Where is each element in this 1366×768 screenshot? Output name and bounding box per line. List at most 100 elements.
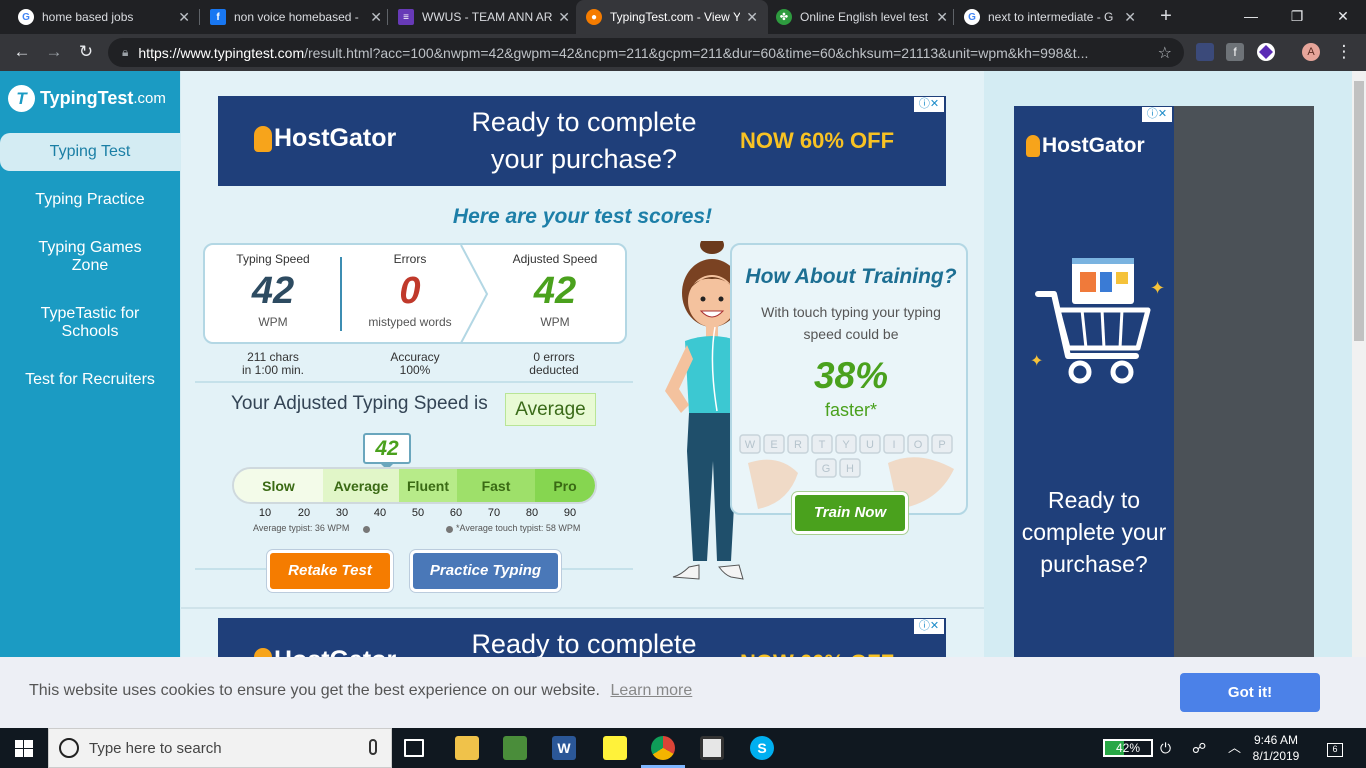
- close-tab-icon[interactable]: ✕: [936, 9, 948, 26]
- battery-indicator[interactable]: 42%: [1103, 739, 1153, 757]
- meter-tick: 90: [563, 507, 577, 519]
- windows-start-button[interactable]: [0, 728, 48, 768]
- bottom-ad-banner[interactable]: HostGator Ready to complete your purchas…: [218, 618, 946, 657]
- meter-tick: 70: [487, 507, 501, 519]
- ad-cta: NOW 60% OFF: [740, 128, 895, 153]
- minimize-icon[interactable]: —: [1228, 0, 1274, 32]
- reload-icon[interactable]: ↻: [74, 40, 98, 64]
- logo-mark-icon: T: [8, 85, 35, 112]
- got-it-button[interactable]: Got it!: [1180, 673, 1320, 712]
- word-icon[interactable]: W: [552, 736, 576, 760]
- sticky-chart-app-icon[interactable]: [503, 736, 527, 760]
- page-scrollbar[interactable]: [1352, 71, 1366, 657]
- tab-next-to-intermediate[interactable]: G next to intermediate - G ✕: [954, 0, 1146, 34]
- sticky-notes-icon[interactable]: [603, 736, 627, 760]
- side-ad-banner[interactable]: HostGator ⓘ✕ ✦ ✦ Ready to complete your …: [1014, 106, 1174, 657]
- svg-text:T: T: [819, 439, 826, 451]
- typing-speed-score: Typing Speed 42 WPM: [205, 245, 341, 343]
- google-icon: G: [18, 9, 34, 25]
- typing-speed-unit: WPM: [258, 315, 288, 329]
- new-tab-button[interactable]: +: [1154, 4, 1178, 28]
- cookie-banner: This website uses cookies to ensure you …: [0, 657, 1366, 728]
- menu-dots-icon[interactable]: ⋮: [1332, 40, 1356, 64]
- system-clock[interactable]: 9:46 AM 8/1/2019: [1248, 732, 1304, 764]
- svg-text:E: E: [770, 439, 777, 451]
- forward-icon[interactable]: →: [42, 40, 66, 64]
- typing-speed-label: Typing Speed: [236, 252, 310, 266]
- speed-level-badge: Average: [505, 393, 596, 426]
- file-explorer-icon[interactable]: [455, 736, 479, 760]
- close-tab-icon[interactable]: ✕: [558, 9, 570, 26]
- tab-online-english-test[interactable]: ✤ Online English level test ✕: [766, 0, 958, 34]
- average-typist-marker: [363, 526, 370, 533]
- microphone-icon[interactable]: [369, 739, 377, 755]
- close-tab-icon[interactable]: ✕: [746, 9, 758, 26]
- extension-icon[interactable]: [1196, 43, 1214, 61]
- back-icon[interactable]: ←: [10, 40, 34, 64]
- svg-text:U: U: [866, 439, 874, 451]
- meter-tick: 60: [449, 507, 463, 519]
- ad-cta: NOW 60% OFF: [740, 650, 894, 657]
- close-tab-icon[interactable]: ✕: [1124, 9, 1136, 26]
- close-tab-icon[interactable]: ✕: [178, 9, 190, 26]
- profile-avatar[interactable]: A: [1302, 43, 1320, 61]
- divider: [195, 568, 267, 570]
- sidebar-item-test-for-recruiters[interactable]: Test for Recruiters: [0, 371, 180, 389]
- close-tab-icon[interactable]: ✕: [370, 9, 382, 26]
- retake-test-button[interactable]: Retake Test: [267, 550, 393, 592]
- plug-icon[interactable]: ⏻: [1160, 728, 1171, 768]
- browser-tab-strip: G home based jobs ✕ f non voice homebase…: [0, 0, 1366, 34]
- extension-purple-icon[interactable]: [1257, 43, 1275, 61]
- deducted-detail: 0 errors deducted: [529, 350, 579, 377]
- show-hidden-icons-chevron[interactable]: ︿: [1228, 728, 1241, 768]
- notifications-icon[interactable]: 6: [1324, 728, 1346, 768]
- address-bar[interactable]: 🔒︎ https://www.typingtest.com/result.htm…: [108, 38, 1184, 67]
- adjusted-speed-value: 42: [533, 270, 577, 312]
- svg-text:I: I: [892, 439, 895, 451]
- top-ad-banner[interactable]: HostGator Ready to complete your purchas…: [218, 96, 946, 186]
- typingtest-icon: ●: [586, 9, 602, 25]
- tab-typingtest[interactable]: ● TypingTest.com - View Y ✕: [576, 0, 768, 34]
- meter-slow: Slow: [234, 469, 323, 502]
- people-icon[interactable]: ☍: [1192, 728, 1206, 768]
- adchoices-icon[interactable]: ⓘ✕: [914, 619, 944, 634]
- scrollbar-thumb[interactable]: [1354, 81, 1364, 341]
- bookmark-star-icon[interactable]: ☆: [1158, 43, 1172, 63]
- adjusted-speed-unit: WPM: [540, 315, 570, 329]
- sidebar-item-typing-games[interactable]: Typing Games Zone: [0, 239, 180, 275]
- meter-tick: 80: [525, 507, 539, 519]
- touch-typist-note: *Average touch typist: 58 WPM: [456, 523, 581, 533]
- facebook-extension-icon[interactable]: f: [1226, 43, 1244, 61]
- tab-wwus-team[interactable]: ≡ WWUS - TEAM ANN AR ✕: [388, 0, 580, 34]
- task-view-icon[interactable]: [404, 739, 424, 757]
- sidebar-item-typetastic[interactable]: TypeTastic for Schools: [0, 305, 180, 341]
- ad-brand: HostGator: [1026, 134, 1145, 158]
- learn-more-link[interactable]: Learn more: [610, 682, 692, 699]
- calculator-icon[interactable]: [700, 736, 724, 760]
- adchoices-icon[interactable]: ⓘ✕: [1142, 107, 1172, 122]
- windows-taskbar: Type here to search W S 42% ⏻ ☍ ︿ 9:46 A…: [0, 728, 1366, 768]
- clover-icon: ✤: [776, 9, 792, 25]
- adchoices-icon[interactable]: ⓘ✕: [914, 97, 944, 112]
- tab-title: Online English level test: [800, 10, 929, 24]
- sidebar-item-typing-test[interactable]: Typing Test: [0, 133, 180, 171]
- site-logo[interactable]: T TypingTest .com: [8, 85, 166, 112]
- tab-non-voice-homebased[interactable]: f non voice homebased - ✕: [200, 0, 392, 34]
- svg-text:P: P: [938, 439, 945, 451]
- training-text: With touch typing your typing speed coul…: [761, 304, 941, 342]
- restore-icon[interactable]: ❐: [1274, 0, 1320, 32]
- tab-title: WWUS - TEAM ANN AR: [422, 10, 553, 24]
- meter-average: Average: [323, 469, 399, 502]
- tab-home-based-jobs[interactable]: G home based jobs ✕: [8, 0, 200, 34]
- errors-score: Errors 0 mistyped words: [342, 245, 478, 343]
- practice-typing-button[interactable]: Practice Typing: [410, 550, 561, 592]
- close-window-icon[interactable]: ✕: [1320, 0, 1366, 32]
- errors-label: Errors: [393, 252, 427, 266]
- taskbar-search-box[interactable]: Type here to search: [48, 728, 392, 768]
- chrome-icon[interactable]: [651, 736, 675, 760]
- sidebar-item-typing-practice[interactable]: Typing Practice: [0, 191, 180, 209]
- ad-brand: HostGator: [254, 124, 396, 153]
- train-now-button[interactable]: Train Now: [792, 492, 908, 534]
- accuracy-detail: Accuracy 100%: [390, 350, 440, 377]
- skype-icon[interactable]: S: [750, 736, 774, 760]
